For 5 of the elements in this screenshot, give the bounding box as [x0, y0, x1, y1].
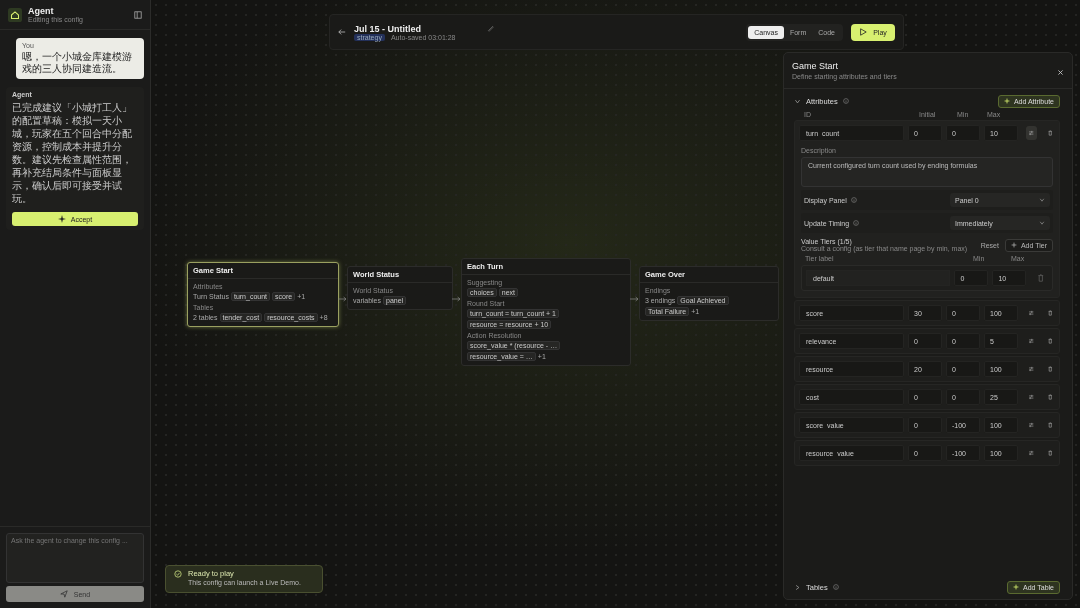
message-text: 已完成建议「小城打工人」的配置草稿：模拟一天小城，玩家在五个回合中分配资源，控制成本并提升分数。建议先检查属性范围，再补充结局条件与面板显示，确认后即可接受并试玩。	[12, 101, 133, 205]
agent-title: Agent	[28, 6, 55, 16]
panel-title: Game Start	[792, 61, 839, 71]
config-title: Jul 15 - Untitled	[354, 23, 421, 34]
message-text: 嗯，一个小城金库建模游戏的三人协同建造流。	[22, 51, 133, 75]
